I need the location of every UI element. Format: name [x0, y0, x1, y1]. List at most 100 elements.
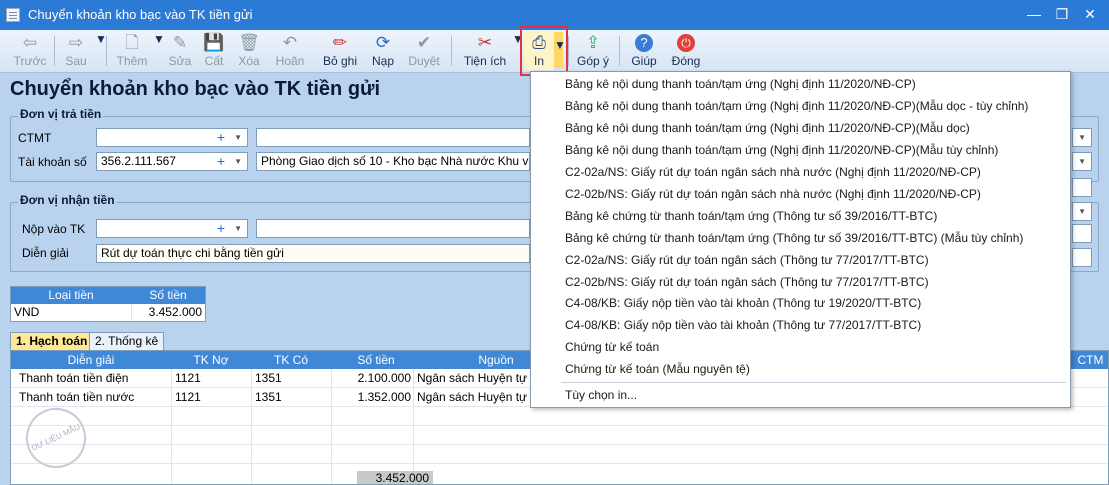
add-icon[interactable]: +	[217, 129, 225, 146]
approve-button[interactable]: ✔ Duyệt	[404, 32, 444, 70]
print-menu: Bảng kê nội dung thanh toán/tạm ứng (Ngh…	[530, 71, 1071, 408]
tab-statistics[interactable]: 2. Thống kê	[89, 332, 165, 350]
deposit-account-field[interactable]: + ▼	[96, 219, 248, 238]
description-field[interactable]: Rút dự toán thực chi bằng tiền gửi	[96, 244, 530, 263]
power-icon: ⏻	[677, 34, 695, 52]
grid-column-divider	[251, 369, 252, 484]
amount-column-header: Số tiền	[357, 353, 395, 367]
description-label: Diễn giải	[22, 246, 69, 260]
chevron-down-icon[interactable]: ▼	[234, 220, 242, 237]
amount-cell: 3.452.000	[131, 304, 205, 321]
refresh-icon: ⟳	[375, 33, 391, 52]
grid-column-divider	[171, 369, 172, 484]
deposit-name-field[interactable]	[256, 219, 530, 238]
payee-group-title: Đơn vị nhận tiền	[18, 193, 117, 207]
credit-column-header: TK Có	[273, 353, 308, 367]
maximize-button[interactable]: ❐	[1052, 4, 1072, 24]
print-menu-item[interactable]: Bảng kê nội dung thanh toán/tạm ứng (Ngh…	[565, 74, 916, 95]
approve-check-icon: ✔	[416, 33, 432, 52]
ctmt-name-field[interactable]	[256, 128, 530, 147]
delete-icon: 🗑	[238, 33, 260, 52]
print-menu-item[interactable]: C2-02b/NS: Giấy rút dự toán ngân sách nh…	[565, 184, 981, 205]
next-button[interactable]: ⇨ Sau	[58, 32, 94, 70]
reload-button[interactable]: ⟳ Nạp	[366, 32, 400, 70]
grid-column-divider	[413, 369, 414, 484]
table-row[interactable]	[11, 445, 1108, 464]
chevron-down-icon[interactable]: ▼	[234, 129, 242, 146]
unpost-button[interactable]: ✏ Bỏ ghi	[316, 32, 364, 70]
forward-arrow-icon: ⇨	[68, 33, 84, 52]
print-menu-item[interactable]: Bảng kê chứng từ thanh toán/tạm ứng (Thô…	[565, 206, 937, 227]
delete-button[interactable]: 🗑 Xóa	[232, 32, 266, 70]
undo-icon: ↶	[282, 33, 298, 52]
print-menu-item[interactable]: Chứng từ kế toán (Mẫu nguyên tệ)	[565, 359, 750, 380]
deposit-label: Nộp vào TK	[22, 222, 86, 236]
table-row[interactable]: VND 3.452.000	[11, 304, 205, 321]
help-button[interactable]: ? Giúp	[626, 32, 662, 70]
toolbar-separator	[54, 36, 55, 66]
minimize-button[interactable]: —	[1024, 4, 1044, 24]
chevron-down-icon[interactable]: ▼	[234, 153, 242, 170]
chevron-down-icon[interactable]: ▼	[1078, 129, 1086, 146]
add-icon[interactable]: +	[217, 153, 225, 170]
page-title: Chuyển khoản kho bạc vào TK tiền gửi	[10, 78, 381, 100]
print-menu-item[interactable]: C2-02a/NS: Giấy rút dự toán ngân sách (T…	[565, 250, 929, 271]
chevron-down-icon[interactable]: ▼	[1078, 203, 1086, 220]
save-button[interactable]: 💾 Cất	[198, 32, 230, 70]
unpost-icon: ✏	[332, 33, 348, 52]
postpone-button[interactable]: ↶ Hoãn	[270, 32, 310, 70]
print-menu-item[interactable]: C4-08/KB: Giấy nộp tiền vào tài khoản (T…	[565, 293, 921, 314]
description-extra-field[interactable]	[1072, 248, 1092, 267]
print-menu-item[interactable]: C2-02a/NS: Giấy rút dự toán ngân sách nh…	[565, 162, 981, 183]
add-icon[interactable]: +	[217, 220, 225, 237]
app-icon	[6, 8, 20, 22]
print-menu-item[interactable]: Bảng kê nội dung thanh toán/tạm ứng (Ngh…	[565, 140, 998, 161]
deposit-extra-dropdown[interactable]: ▼	[1072, 202, 1092, 221]
toolbar-separator	[451, 36, 452, 66]
back-arrow-icon: ⇦	[22, 33, 38, 52]
chevron-down-icon[interactable]: ▼	[1078, 153, 1086, 170]
ctmt-label: CTMT	[18, 131, 52, 145]
add-button[interactable]: 🗋 Thêm	[112, 32, 152, 70]
table-row[interactable]	[11, 407, 1108, 426]
toolbar-separator	[106, 36, 107, 66]
print-menu-item[interactable]: C2-02b/NS: Giấy rút dự toán ngân sách (T…	[565, 272, 929, 293]
account-label: Tài khoản số	[18, 155, 87, 169]
currency-type-cell: VND	[14, 305, 40, 319]
deposit-extra-field[interactable]	[1072, 224, 1092, 243]
currency-table: Loại tiền Số tiền VND 3.452.000	[10, 286, 206, 322]
save-icon: 💾	[203, 33, 225, 52]
edit-icon: ✎	[172, 33, 188, 52]
close-window-button[interactable]: ✕	[1080, 4, 1100, 24]
extra-field[interactable]	[1072, 178, 1092, 197]
account-number-field[interactable]: 356.2.111.567 + ▼	[96, 152, 248, 171]
debit-column-header: TK Nợ	[193, 353, 229, 367]
new-document-icon: 🗋	[125, 33, 139, 52]
amount-header: Số tiền	[149, 288, 187, 302]
tab-accounting[interactable]: 1. Hạch toán	[10, 332, 94, 350]
currency-table-header: Loại tiền Số tiền	[11, 287, 205, 304]
help-icon: ?	[635, 34, 653, 52]
account-extra-dropdown[interactable]: ▼	[1072, 152, 1092, 171]
ctmt-field[interactable]: + ▼	[96, 128, 248, 147]
print-options-item[interactable]: Tùy chọn in...	[565, 385, 637, 406]
close-button[interactable]: ⏻ Đóng	[666, 32, 706, 70]
print-menu-item[interactable]: Bảng kê chứng từ thanh toán/tạm ứng (Thô…	[565, 228, 1023, 249]
grid-column-divider	[331, 369, 332, 484]
prev-button[interactable]: ⇦ Trước	[8, 32, 52, 70]
print-highlight-box	[520, 26, 568, 76]
feedback-icon: ⇪	[585, 33, 601, 52]
ctmt-column-header: CTM	[1077, 353, 1104, 367]
print-menu-item[interactable]: C4-08/KB: Giấy nộp tiền vào tài khoản (T…	[565, 315, 921, 336]
edit-button[interactable]: ✎ Sửa	[164, 32, 196, 70]
print-menu-item[interactable]: Chứng từ kế toán	[565, 337, 659, 358]
utilities-button[interactable]: ✂ Tiện ích	[460, 32, 510, 70]
table-row[interactable]	[11, 426, 1108, 445]
print-menu-item[interactable]: Bảng kê nội dung thanh toán/tạm ứng (Ngh…	[565, 96, 1028, 117]
menu-separator	[561, 382, 1066, 383]
description-column-header: Diễn giải	[67, 353, 115, 367]
feedback-button[interactable]: ⇪ Góp ý	[574, 32, 612, 70]
ctmt-extra-dropdown[interactable]: ▼	[1072, 128, 1092, 147]
print-menu-item[interactable]: Bảng kê nội dung thanh toán/tạm ứng (Ngh…	[565, 118, 970, 139]
account-name-field[interactable]: Phòng Giao dịch số 10 - Kho bạc Nhà nước…	[256, 152, 530, 171]
